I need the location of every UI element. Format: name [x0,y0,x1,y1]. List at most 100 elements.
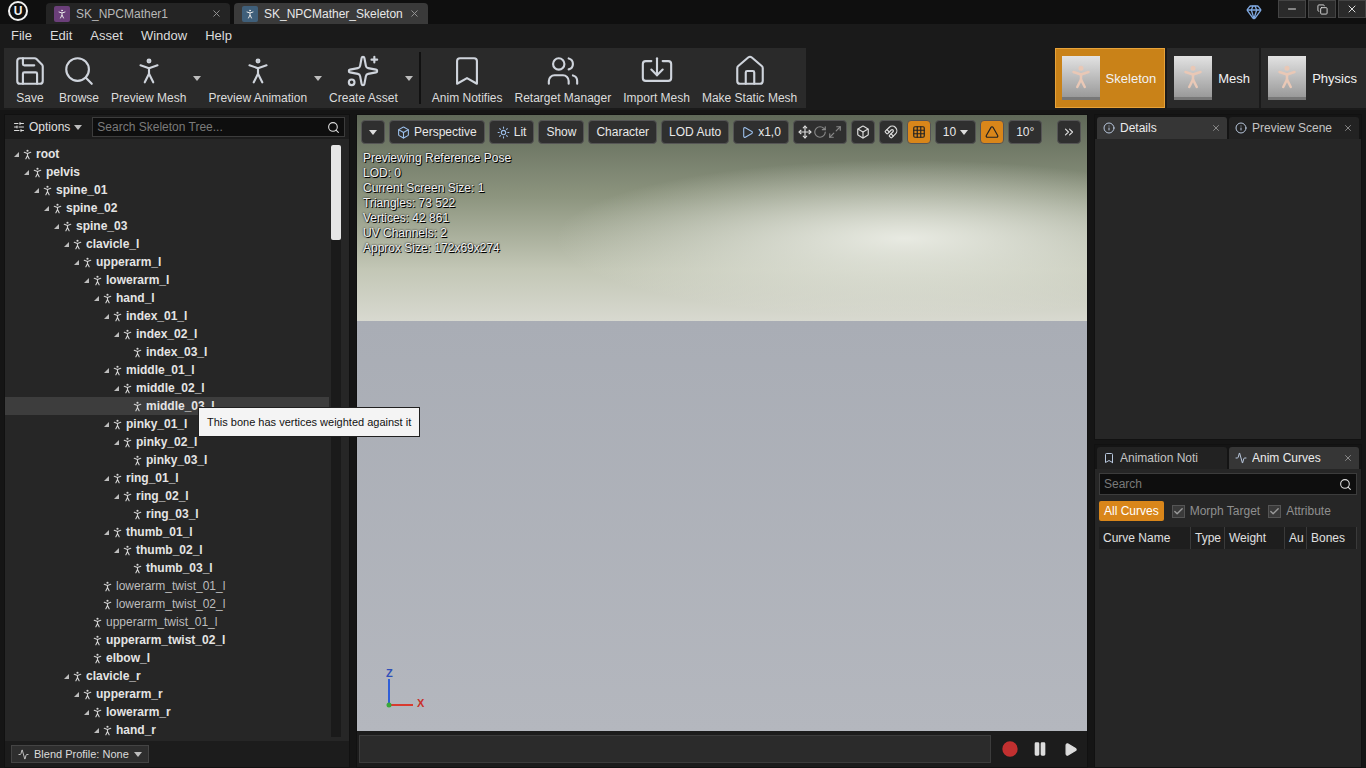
mode-button[interactable]: Physics [1261,48,1366,108]
expander[interactable] [71,257,81,267]
viewport-button[interactable]: Lit [489,120,535,144]
expand-arrow-icon[interactable] [74,692,79,697]
expander[interactable] [31,185,41,195]
expand-arrow-icon[interactable] [84,710,89,715]
close-icon[interactable] [1343,123,1353,133]
bone-row[interactable]: spine_02 [5,199,329,217]
toolbar-button[interactable]: Browse [54,48,104,108]
expand-arrow-icon[interactable] [104,530,109,535]
move-icon[interactable] [798,125,812,139]
expander[interactable] [71,689,81,699]
menu-item[interactable]: Asset [81,28,132,43]
toolbar-button-main[interactable]: Import Mesh [618,48,695,108]
toolbar-button-main[interactable]: Save [8,48,52,108]
bone-row[interactable]: hand_l [5,289,329,307]
viewport-button[interactable]: Perspective [389,120,485,144]
bone-row[interactable]: pelvis [5,163,329,181]
expander[interactable] [111,383,121,393]
bone-row[interactable]: middle_02_l [5,379,329,397]
bone-row[interactable]: clavicle_r [5,667,329,685]
coordinate-space-button[interactable] [851,120,875,144]
viewport-button[interactable]: Show [538,120,584,144]
surface-snap-button[interactable] [879,120,903,144]
bone-row[interactable]: ring_02_l [5,487,329,505]
toolbar-button[interactable]: Create Asset [324,48,413,108]
document-tab[interactable]: SK_NPCMather1 [46,3,230,24]
bone-row[interactable]: upperarm_twist_01_l [5,613,329,631]
document-tab[interactable]: SK_NPCMather_Skeleton [234,3,428,24]
viewport-button[interactable]: LOD Auto [661,120,729,144]
close-icon[interactable] [409,8,420,19]
column-header[interactable]: Au [1285,527,1307,549]
expander[interactable] [101,473,111,483]
menu-item[interactable]: Edit [41,28,81,43]
toolbar-button-main[interactable]: Anim Notifies [427,48,508,108]
expander[interactable] [101,365,111,375]
restore-button[interactable] [1308,0,1336,18]
panel-tab[interactable]: Anim Curves [1229,447,1359,469]
bone-row[interactable]: upperarm_l [5,253,329,271]
bone-row[interactable]: spine_01 [5,181,329,199]
bone-row[interactable]: index_01_l [5,307,329,325]
marketplace-button[interactable] [1246,4,1262,20]
expand-arrow-icon[interactable] [114,548,119,553]
dropdown-arrow-icon[interactable] [405,76,413,81]
expand-arrow-icon[interactable] [104,476,109,481]
column-header[interactable]: Curve Name [1099,527,1191,549]
column-header[interactable]: Weight [1225,527,1285,549]
minimize-button[interactable] [1278,0,1306,18]
rotation-snap-value[interactable]: 10° [1008,120,1042,144]
menu-item[interactable]: File [2,28,41,43]
bone-row[interactable]: clavicle_l [5,235,329,253]
scrollbar[interactable] [331,145,341,737]
expand-arrow-icon[interactable] [104,314,109,319]
expand-arrow-icon[interactable] [24,170,29,175]
bone-row[interactable]: thumb_02_l [5,541,329,559]
viewport-menu-button[interactable] [361,120,385,144]
panel-tab[interactable]: Details [1097,117,1227,139]
grid-snap-toggle[interactable] [907,120,931,144]
grid-snap-value[interactable]: 10 [935,120,976,144]
expander[interactable] [81,707,91,717]
toolbar-button-main[interactable]: Retarget Manager [509,48,616,108]
filter-checkbox[interactable]: Attribute [1268,504,1331,518]
close-icon[interactable] [1211,123,1221,133]
rotate-icon[interactable] [813,125,827,139]
more-button[interactable] [1057,120,1081,144]
bone-row[interactable]: root [5,145,329,163]
mode-button[interactable]: Skeleton [1055,48,1166,108]
bone-row[interactable]: lowerarm_twist_02_l [5,595,329,613]
expander[interactable] [101,527,111,537]
play-button[interactable] [1059,738,1081,760]
expander[interactable] [61,671,71,681]
expand-arrow-icon[interactable] [44,206,49,211]
toolbar-button[interactable]: Retarget Manager [509,48,616,108]
bone-row[interactable]: elbow_l [5,649,329,667]
panel-tab[interactable]: Preview Scene [1229,117,1359,139]
expand-arrow-icon[interactable] [114,440,119,445]
search-field[interactable]: Search Skeleton Tree... [92,117,345,137]
bone-row[interactable]: spine_03 [5,217,329,235]
bone-row[interactable]: middle_01_l [5,361,329,379]
expand-arrow-icon[interactable] [104,422,109,427]
toolbar-button-main[interactable]: Browse [54,48,104,108]
expander[interactable] [101,311,111,321]
options-button[interactable]: Options [9,120,86,134]
toolbar-button-main[interactable]: Preview Animation [203,48,312,108]
expand-arrow-icon[interactable] [74,260,79,265]
expand-arrow-icon[interactable] [64,242,69,247]
all-curves-button[interactable]: All Curves [1099,501,1164,521]
toolbar-button[interactable]: Anim Notifies [427,48,508,108]
toolbar-button[interactable]: Preview Mesh [106,48,201,108]
column-header[interactable]: Type [1191,527,1225,549]
toolbar-button[interactable]: Save [8,48,52,108]
expander[interactable] [91,725,101,735]
scale-icon[interactable] [828,125,842,139]
bone-row[interactable]: thumb_03_l [5,559,329,577]
viewport-button[interactable]: x1,0 [733,120,789,144]
expander[interactable] [111,491,121,501]
scrollbar-thumb[interactable] [331,145,341,240]
expander[interactable] [11,149,21,159]
mode-button[interactable]: Mesh [1167,48,1259,108]
toolbar-button[interactable]: Import Mesh [618,48,695,108]
